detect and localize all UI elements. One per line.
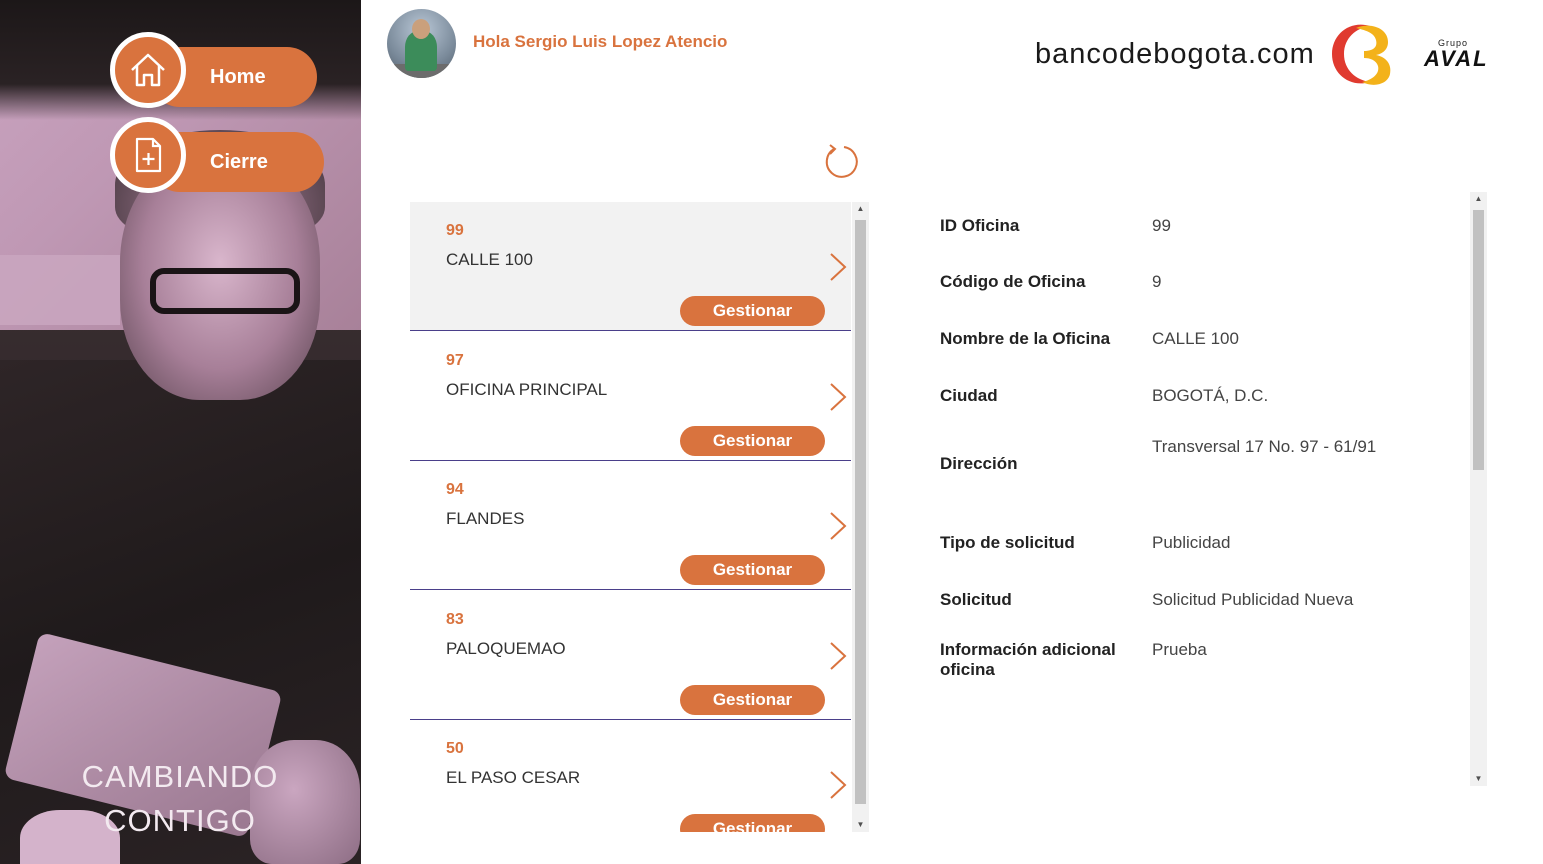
grupo-aval-logo: Grupo AVAL xyxy=(1424,38,1520,71)
chevron-right-icon[interactable] xyxy=(828,770,848,800)
avatar-face xyxy=(412,19,430,39)
aval-name-text: AVAL xyxy=(1424,46,1489,71)
gestionar-button[interactable]: Gestionar xyxy=(680,296,825,326)
office-list-item[interactable]: 83 PALOQUEMAO Gestionar xyxy=(410,591,851,720)
office-id: 99 xyxy=(446,222,464,239)
greeting-text: Hola Sergio Luis Lopez Atencio xyxy=(473,32,728,51)
file-plus-icon[interactable] xyxy=(110,117,186,193)
avatar[interactable] xyxy=(387,9,456,78)
hero-panel: CAMBIANDO CONTIGO xyxy=(0,0,361,864)
chevron-right-icon[interactable] xyxy=(828,511,848,541)
detail-scrollbar-thumb[interactable] xyxy=(1473,210,1484,470)
hero-tagline: CAMBIANDO CONTIGO xyxy=(60,755,300,843)
chevron-right-icon[interactable] xyxy=(828,382,848,412)
brand-url: bancodebogota.com xyxy=(1035,38,1315,70)
office-name: CALLE 100 xyxy=(446,250,533,269)
detail-label: Dirección xyxy=(940,454,1018,473)
detail-scrollbar[interactable]: ▲ ▼ xyxy=(1470,192,1487,786)
detail-label: ID Oficina xyxy=(940,216,1020,235)
office-name: FLANDES xyxy=(446,509,525,528)
office-id: 50 xyxy=(446,740,464,757)
tagline-line-2: CONTIGO xyxy=(104,803,256,838)
detail-value: BOGOTÁ, D.C. xyxy=(1152,386,1269,405)
chevron-right-icon[interactable] xyxy=(828,641,848,671)
detail-scroll-up-arrow[interactable]: ▲ xyxy=(1470,192,1487,206)
detail-value: Publicidad xyxy=(1152,533,1231,552)
office-list: 99 CALLE 100 Gestionar 97 OFICINA PRINCIPAL G… xyxy=(410,202,870,832)
gestionar-button[interactable]: Gestionar xyxy=(680,814,825,832)
scrollbar-thumb[interactable] xyxy=(855,220,866,804)
hero-glasses xyxy=(150,268,300,314)
banco-bogota-logo xyxy=(1326,18,1398,90)
office-id: 97 xyxy=(446,351,464,369)
detail-value: 99 xyxy=(1152,216,1171,235)
tagline-line-1: CAMBIANDO xyxy=(81,759,279,794)
detail-label: Nombre de la Oficina xyxy=(940,329,1111,348)
detail-label: Ciudad xyxy=(940,386,998,405)
detail-value: Solicitud Publicidad Nueva xyxy=(1152,590,1354,609)
office-name: PALOQUEMAO xyxy=(446,638,566,658)
detail-label: Código de Oficina xyxy=(940,272,1086,291)
detail-scroll-down-arrow[interactable]: ▼ xyxy=(1470,772,1487,786)
detail-value: CALLE 100 xyxy=(1152,329,1239,348)
office-detail-panel: ID Oficina 99 Código de Oficina 9 Nombre de … xyxy=(940,190,1470,786)
office-name: OFICINA PRINCIPAL xyxy=(446,379,608,399)
office-id: 94 xyxy=(446,481,464,498)
detail-value: Transversal 17 No. 97 - 61/91 xyxy=(1152,437,1377,456)
app-root: CAMBIANDO CONTIGO Home Cierre Hola Sergi… xyxy=(0,0,1543,864)
scroll-down-arrow[interactable]: ▼ xyxy=(852,818,869,832)
detail-label: Información adicional oficina xyxy=(940,640,1116,679)
detail-value: 9 xyxy=(1152,272,1162,291)
scroll-up-arrow[interactable]: ▲ xyxy=(852,202,869,216)
office-name: EL PASO CESAR xyxy=(446,768,581,787)
chevron-right-icon[interactable] xyxy=(828,252,848,282)
office-list-item[interactable]: 99 CALLE 100 Gestionar xyxy=(410,202,851,331)
refresh-icon[interactable] xyxy=(822,142,860,180)
gestionar-button[interactable]: Gestionar xyxy=(680,684,825,715)
office-list-item[interactable]: 50 EL PASO CESAR Gestionar xyxy=(410,720,851,832)
office-list-scrollbar[interactable]: ▲ ▼ xyxy=(852,202,869,832)
office-list-item[interactable]: 94 FLANDES Gestionar xyxy=(410,461,851,590)
home-icon[interactable] xyxy=(110,32,186,108)
hero-shelf xyxy=(0,255,120,325)
detail-label: Tipo de solicitud xyxy=(940,533,1075,552)
detail-label: Solicitud xyxy=(940,590,1012,609)
office-id: 83 xyxy=(446,610,464,628)
gestionar-button[interactable]: Gestionar xyxy=(680,555,825,585)
gestionar-button[interactable]: Gestionar xyxy=(680,425,825,456)
detail-value: Prueba xyxy=(1152,640,1207,659)
office-list-item[interactable]: 97 OFICINA PRINCIPAL Gestionar xyxy=(410,332,851,461)
